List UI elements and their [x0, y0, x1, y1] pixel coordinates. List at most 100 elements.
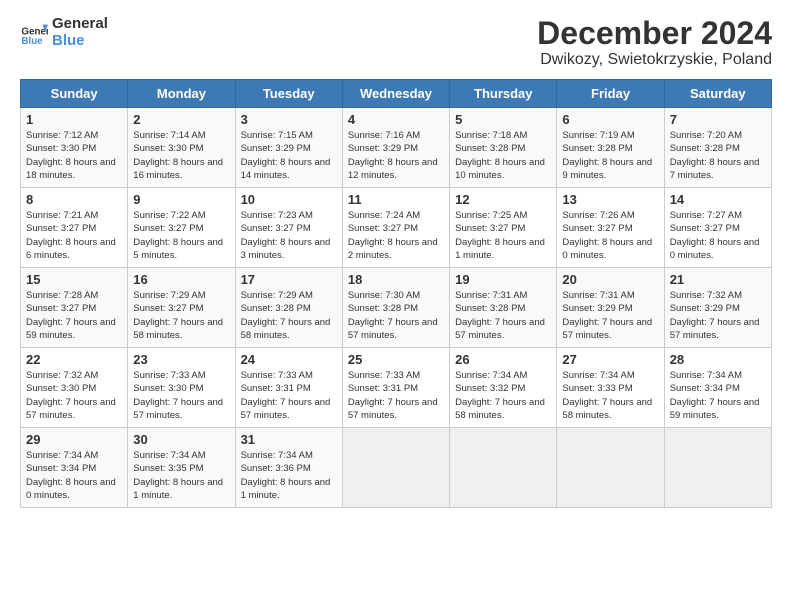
page-header: General Blue General Blue December 2024 … [20, 16, 772, 69]
calendar-cell: 8 Sunrise: 7:21 AMSunset: 3:27 PMDaylight… [21, 188, 128, 268]
calendar-cell: 24 Sunrise: 7:33 AMSunset: 3:31 PMDayligh… [235, 348, 342, 428]
day-info: Sunrise: 7:34 AMSunset: 3:32 PMDaylight:… [455, 369, 551, 422]
calendar-cell: 28 Sunrise: 7:34 AMSunset: 3:34 PMDayligh… [664, 348, 771, 428]
day-number: 11 [348, 192, 444, 207]
day-number: 19 [455, 272, 551, 287]
day-info: Sunrise: 7:20 AMSunset: 3:28 PMDaylight:… [670, 129, 766, 182]
day-number: 15 [26, 272, 122, 287]
calendar-cell: 18 Sunrise: 7:30 AMSunset: 3:28 PMDayligh… [342, 268, 449, 348]
calendar-cell: 16 Sunrise: 7:29 AMSunset: 3:27 PMDayligh… [128, 268, 235, 348]
day-number: 8 [26, 192, 122, 207]
week-row-5: 29 Sunrise: 7:34 AMSunset: 3:34 PMDayligh… [21, 428, 772, 508]
calendar-cell: 29 Sunrise: 7:34 AMSunset: 3:34 PMDayligh… [21, 428, 128, 508]
calendar-cell: 12 Sunrise: 7:25 AMSunset: 3:27 PMDayligh… [450, 188, 557, 268]
day-number: 17 [241, 272, 337, 287]
day-info: Sunrise: 7:23 AMSunset: 3:27 PMDaylight:… [241, 209, 337, 262]
calendar-cell: 2 Sunrise: 7:14 AMSunset: 3:30 PMDaylight… [128, 108, 235, 188]
logo: General Blue General Blue [20, 16, 108, 49]
calendar-cell: 6Sunrise: 7:19 AMSunset: 3:28 PMDaylight… [557, 108, 664, 188]
col-header-thursday: Thursday [450, 80, 557, 108]
day-info: Sunrise: 7:31 AMSunset: 3:29 PMDaylight:… [562, 289, 658, 342]
col-header-saturday: Saturday [664, 80, 771, 108]
day-number: 25 [348, 352, 444, 367]
day-info: Sunrise: 7:28 AMSunset: 3:27 PMDaylight:… [26, 289, 122, 342]
day-info: Sunrise: 7:25 AMSunset: 3:27 PMDaylight:… [455, 209, 551, 262]
calendar-cell [557, 428, 664, 508]
calendar-cell: 5 Sunrise: 7:18 AMSunset: 3:28 PMDaylight… [450, 108, 557, 188]
day-number: 12 [455, 192, 551, 207]
calendar-cell: 22 Sunrise: 7:32 AMSunset: 3:30 PMDayligh… [21, 348, 128, 428]
col-header-sunday: Sunday [21, 80, 128, 108]
calendar-cell: 13 Sunrise: 7:26 AMSunset: 3:27 PMDayligh… [557, 188, 664, 268]
title-block: December 2024 Dwikozy, Swietokrzyskie, P… [537, 16, 772, 69]
calendar-cell: 31Sunrise: 7:34 AMSunset: 3:36 PMDayligh… [235, 428, 342, 508]
day-number: 20 [562, 272, 658, 287]
day-info: Sunrise: 7:14 AMSunset: 3:30 PMDaylight:… [133, 129, 229, 182]
day-info: Sunrise: 7:12 AMSunset: 3:30 PMDaylight:… [26, 129, 122, 182]
calendar-cell: 4Sunrise: 7:16 AMSunset: 3:29 PMDaylight… [342, 108, 449, 188]
calendar-cell: 19 Sunrise: 7:31 AMSunset: 3:28 PMDayligh… [450, 268, 557, 348]
day-info: Sunrise: 7:34 AMSunset: 3:36 PMDaylight:… [241, 449, 337, 502]
week-row-3: 15 Sunrise: 7:28 AMSunset: 3:27 PMDayligh… [21, 268, 772, 348]
calendar-cell: 20 Sunrise: 7:31 AMSunset: 3:29 PMDayligh… [557, 268, 664, 348]
day-info: Sunrise: 7:33 AMSunset: 3:30 PMDaylight:… [133, 369, 229, 422]
day-number: 28 [670, 352, 766, 367]
col-header-friday: Friday [557, 80, 664, 108]
day-number: 13 [562, 192, 658, 207]
page-title: December 2024 [537, 16, 772, 51]
day-number: 6 [562, 112, 658, 127]
day-number: 18 [348, 272, 444, 287]
day-number: 22 [26, 352, 122, 367]
calendar-cell: 3 Sunrise: 7:15 AMSunset: 3:29 PMDaylight… [235, 108, 342, 188]
day-info: Sunrise: 7:34 AMSunset: 3:33 PMDaylight:… [562, 369, 658, 422]
day-number: 23 [133, 352, 229, 367]
calendar-cell [450, 428, 557, 508]
page-subtitle: Dwikozy, Swietokrzyskie, Poland [537, 51, 772, 69]
day-info: Sunrise: 7:16 AMSunset: 3:29 PMDaylight:… [348, 129, 444, 182]
week-row-4: 22 Sunrise: 7:32 AMSunset: 3:30 PMDayligh… [21, 348, 772, 428]
logo-text: General Blue [52, 16, 108, 49]
calendar-cell: 9 Sunrise: 7:22 AMSunset: 3:27 PMDaylight… [128, 188, 235, 268]
day-info: Sunrise: 7:22 AMSunset: 3:27 PMDaylight:… [133, 209, 229, 262]
calendar-cell [664, 428, 771, 508]
col-header-tuesday: Tuesday [235, 80, 342, 108]
day-info: Sunrise: 7:32 AMSunset: 3:29 PMDaylight:… [670, 289, 766, 342]
day-number: 2 [133, 112, 229, 127]
col-header-wednesday: Wednesday [342, 80, 449, 108]
col-header-monday: Monday [128, 80, 235, 108]
day-number: 29 [26, 432, 122, 447]
calendar-cell [342, 428, 449, 508]
day-number: 5 [455, 112, 551, 127]
day-info: Sunrise: 7:31 AMSunset: 3:28 PMDaylight:… [455, 289, 551, 342]
day-number: 26 [455, 352, 551, 367]
svg-text:Blue: Blue [21, 36, 43, 47]
calendar-cell: 14Sunrise: 7:27 AMSunset: 3:27 PMDayligh… [664, 188, 771, 268]
day-info: Sunrise: 7:21 AMSunset: 3:27 PMDaylight:… [26, 209, 122, 262]
calendar-cell: 11Sunrise: 7:24 AMSunset: 3:27 PMDayligh… [342, 188, 449, 268]
day-info: Sunrise: 7:29 AMSunset: 3:27 PMDaylight:… [133, 289, 229, 342]
day-info: Sunrise: 7:32 AMSunset: 3:30 PMDaylight:… [26, 369, 122, 422]
calendar-cell: 23 Sunrise: 7:33 AMSunset: 3:30 PMDayligh… [128, 348, 235, 428]
day-number: 16 [133, 272, 229, 287]
day-info: Sunrise: 7:34 AMSunset: 3:35 PMDaylight:… [133, 449, 229, 502]
day-info: Sunrise: 7:15 AMSunset: 3:29 PMDaylight:… [241, 129, 337, 182]
day-info: Sunrise: 7:26 AMSunset: 3:27 PMDaylight:… [562, 209, 658, 262]
day-number: 24 [241, 352, 337, 367]
day-info: Sunrise: 7:34 AMSunset: 3:34 PMDaylight:… [26, 449, 122, 502]
day-number: 9 [133, 192, 229, 207]
week-row-1: 1 Sunrise: 7:12 AMSunset: 3:30 PMDaylight… [21, 108, 772, 188]
day-info: Sunrise: 7:34 AMSunset: 3:34 PMDaylight:… [670, 369, 766, 422]
calendar-cell: 7 Sunrise: 7:20 AMSunset: 3:28 PMDaylight… [664, 108, 771, 188]
logo-icon: General Blue [20, 19, 48, 47]
day-info: Sunrise: 7:30 AMSunset: 3:28 PMDaylight:… [348, 289, 444, 342]
day-info: Sunrise: 7:33 AMSunset: 3:31 PMDaylight:… [241, 369, 337, 422]
calendar-cell: 21Sunrise: 7:32 AMSunset: 3:29 PMDayligh… [664, 268, 771, 348]
calendar-cell: 15 Sunrise: 7:28 AMSunset: 3:27 PMDayligh… [21, 268, 128, 348]
calendar-cell: 1 Sunrise: 7:12 AMSunset: 3:30 PMDaylight… [21, 108, 128, 188]
day-info: Sunrise: 7:18 AMSunset: 3:28 PMDaylight:… [455, 129, 551, 182]
day-number: 3 [241, 112, 337, 127]
calendar-cell: 26 Sunrise: 7:34 AMSunset: 3:32 PMDayligh… [450, 348, 557, 428]
day-number: 1 [26, 112, 122, 127]
day-number: 7 [670, 112, 766, 127]
day-number: 27 [562, 352, 658, 367]
